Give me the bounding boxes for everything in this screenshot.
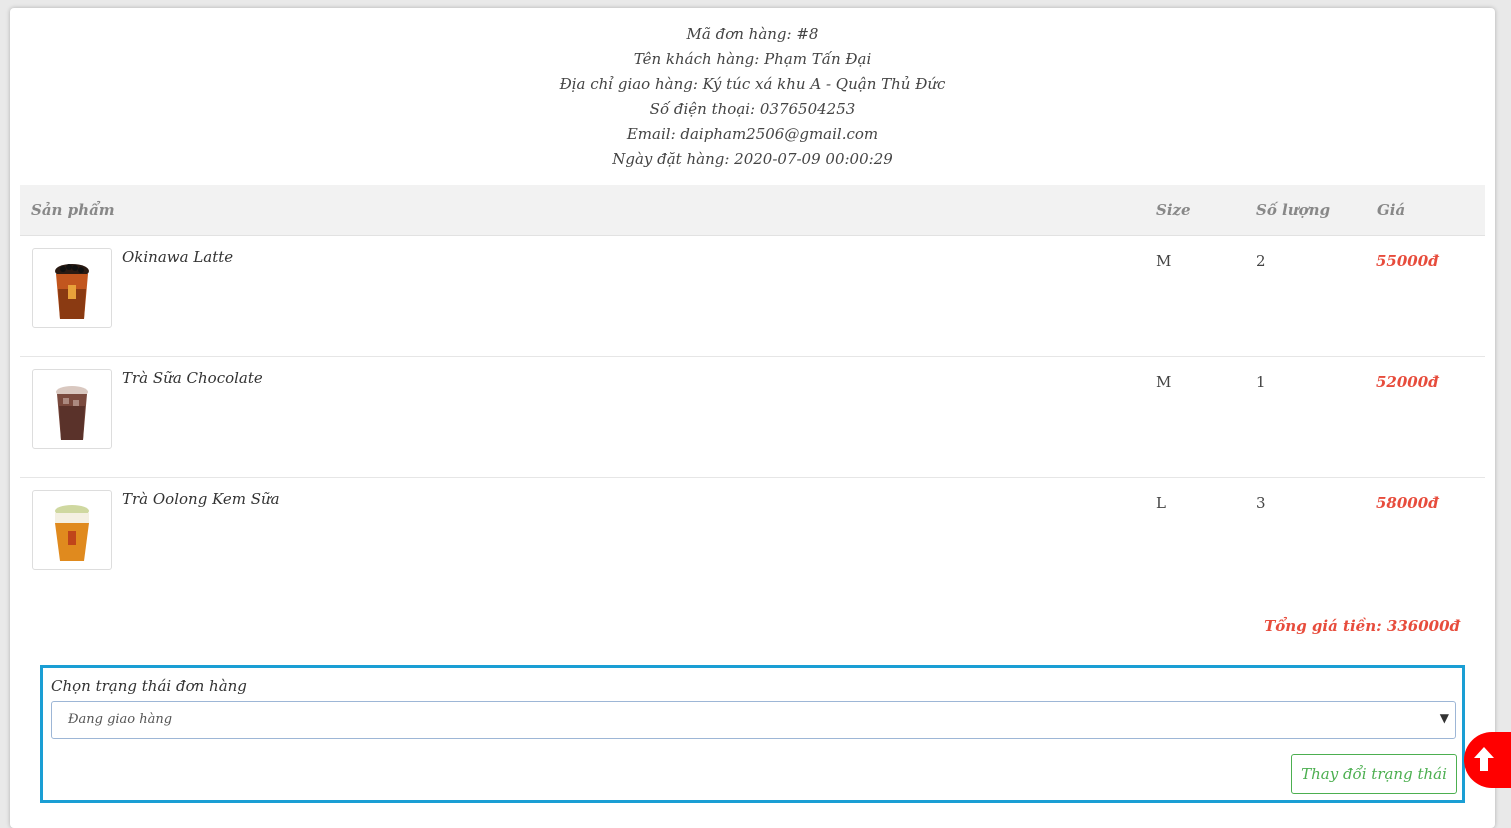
- email: Email: daipham2506@gmail.com: [626, 125, 879, 143]
- order-date: Ngày đặt hàng: 2020-07-09 00:00:29: [612, 150, 893, 168]
- chocolate-milk-tea-cup-icon: [56, 386, 88, 440]
- order-total: Tổng giá tiền: 336000đ: [1264, 617, 1460, 635]
- product-size: M: [1156, 373, 1172, 391]
- product-name[interactable]: Okinawa Latte: [122, 248, 233, 266]
- product-quantity: 2: [1256, 252, 1266, 270]
- caret-down-icon: ▼: [1439, 711, 1449, 725]
- order-info: Mã đơn hàng: #8 Tên khách hàng: Phạm Tấn…: [10, 22, 1495, 172]
- table-header: Sản phẩm Size Số lượng Giá: [20, 185, 1485, 236]
- status-form: Chọn trạng thái đơn hàng Đang giao hàng …: [40, 665, 1465, 803]
- status-select-value: Đang giao hàng: [68, 712, 173, 727]
- order-detail-card: Mã đơn hàng: #8 Tên khách hàng: Phạm Tấn…: [10, 8, 1495, 828]
- product-image: [32, 369, 112, 449]
- table-row: Trà Sữa Chocolate M 1 52000đ: [20, 357, 1485, 478]
- product-quantity: 1: [1256, 373, 1266, 391]
- product-price: 58000đ: [1376, 494, 1439, 512]
- table-row: Okinawa Latte M 2 55000đ: [20, 236, 1485, 357]
- status-select[interactable]: Đang giao hàng ▼: [51, 701, 1456, 739]
- oolong-cream-tea-cup-icon: [55, 505, 89, 561]
- phone-number: Số điện thoại: 0376504253: [649, 100, 856, 118]
- okinawa-latte-cup-icon: [55, 264, 89, 319]
- product-quantity: 3: [1256, 494, 1266, 512]
- header-quantity: Số lượng: [1256, 201, 1331, 219]
- product-size: L: [1156, 494, 1166, 512]
- product-price: 52000đ: [1376, 373, 1439, 391]
- product-name[interactable]: Trà Oolong Kem Sữa: [122, 490, 280, 508]
- product-image: [32, 248, 112, 328]
- scroll-to-top-button[interactable]: [1464, 732, 1511, 788]
- order-id: Mã đơn hàng: #8: [686, 25, 819, 43]
- delivery-address: Địa chỉ giao hàng: Ký túc xá khu A - Quậ…: [559, 75, 946, 93]
- header-price: Giá: [1377, 201, 1406, 219]
- customer-name: Tên khách hàng: Phạm Tấn Đại: [633, 50, 872, 68]
- product-name[interactable]: Trà Sữa Chocolate: [122, 369, 263, 387]
- product-image: [32, 490, 112, 570]
- arrow-up-icon: [1474, 747, 1494, 771]
- status-label: Chọn trạng thái đơn hàng: [51, 677, 247, 695]
- product-size: M: [1156, 252, 1172, 270]
- product-price: 55000đ: [1376, 252, 1439, 270]
- change-status-button[interactable]: Thay đổi trạng thái: [1291, 754, 1457, 794]
- header-product: Sản phẩm: [31, 201, 115, 219]
- table-row: Trà Oolong Kem Sữa L 3 58000đ: [20, 478, 1485, 598]
- header-size: Size: [1156, 201, 1191, 219]
